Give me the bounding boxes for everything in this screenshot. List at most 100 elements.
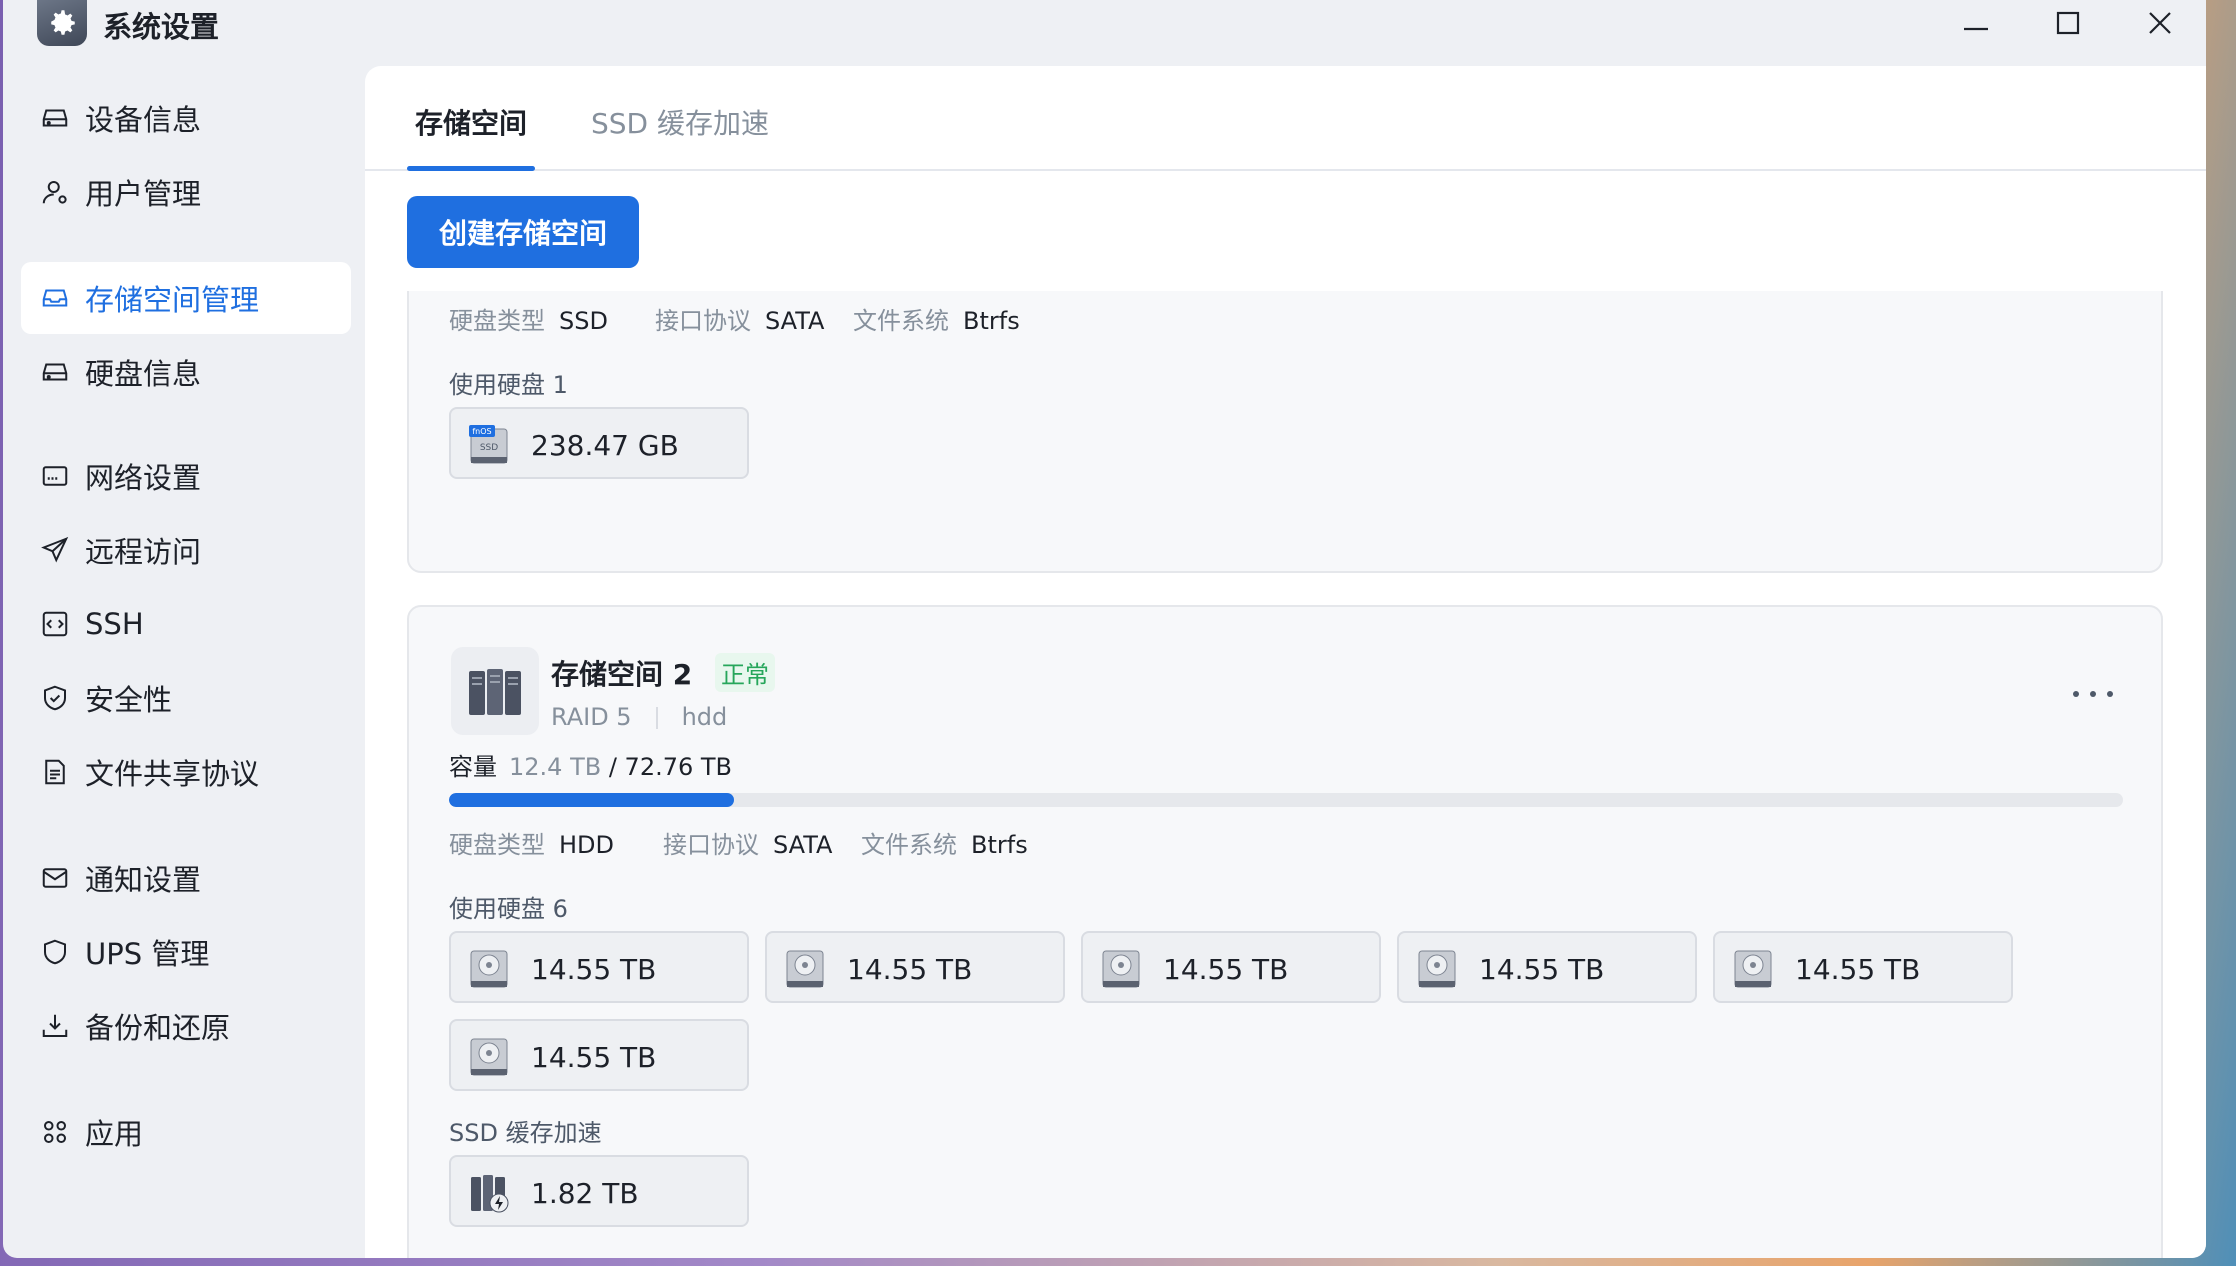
window-title: 系统设置 xyxy=(103,10,220,44)
sidebar-item-apps[interactable]: 应用 xyxy=(21,1096,351,1168)
capacity-total: / 72.76 TB xyxy=(608,753,733,781)
capacity-progress-fill xyxy=(449,793,734,807)
sidebar-item-label: SSH xyxy=(85,607,144,641)
storage-pool-card: 硬盘类型 SSD 接口协议 SATA 文件系统 Btrfs 使用硬盘 1 fnOS S… xyxy=(407,291,2163,573)
close-button[interactable] xyxy=(2125,0,2195,46)
maximize-icon xyxy=(2056,11,2080,35)
sidebar-item-device-info[interactable]: 设备信息 xyxy=(21,82,351,154)
hdd-icon xyxy=(1734,950,1772,988)
disk-chip[interactable]: 14.55 TB xyxy=(449,1019,749,1091)
storage-list[interactable]: 硬盘类型 SSD 接口协议 SATA 文件系统 Btrfs 使用硬盘 1 fnOS S… xyxy=(365,291,2206,1258)
pool-subtitle: RAID 5 hdd xyxy=(551,703,727,731)
sidebar-item-label: UPS 管理 xyxy=(85,937,210,971)
disk-chip[interactable]: 14.55 TB xyxy=(1081,931,1381,1003)
sidebar-item-backup[interactable]: 备份和还原 xyxy=(21,990,351,1062)
more-dot-icon xyxy=(2107,691,2113,697)
user-icon xyxy=(39,176,71,208)
ssd-badge-text: fnOS xyxy=(472,427,491,436)
sidebar-item-users[interactable]: 用户管理 xyxy=(21,156,351,228)
ups-shield-icon xyxy=(39,936,71,968)
sidebar-item-file-sharing[interactable]: 文件共享协议 xyxy=(21,736,351,808)
mail-icon xyxy=(39,862,71,894)
disk-size: 14.55 TB xyxy=(1479,953,1605,986)
network-icon xyxy=(39,460,71,492)
sidebar-item-notifications[interactable]: 通知设置 xyxy=(21,842,351,914)
disk-chip[interactable]: 14.55 TB xyxy=(1713,931,2013,1003)
hdd-icon xyxy=(470,1038,508,1076)
minimize-icon xyxy=(1964,27,1988,31)
hdd-icon xyxy=(470,950,508,988)
tab-storage[interactable]: 存储空间 xyxy=(415,102,527,142)
storage-icon xyxy=(39,282,71,314)
used-disks-label: 使用硬盘 1 xyxy=(449,371,568,399)
pool-server-icon xyxy=(451,647,539,735)
sidebar-item-ups[interactable]: UPS 管理 xyxy=(21,916,351,988)
capacity-label: 容量 xyxy=(449,753,497,781)
shield-icon xyxy=(39,682,71,714)
raid-level: RAID 5 xyxy=(551,703,632,731)
sidebar-item-label: 远程访问 xyxy=(85,535,202,569)
capacity-row: 容量 12.4 TB / 72.76 TB xyxy=(449,747,732,782)
create-storage-button[interactable]: 创建存储空间 xyxy=(407,196,639,268)
ssd-cache-label: SSD 缓存加速 xyxy=(449,1119,602,1147)
filesystem-value: Btrfs xyxy=(971,831,1028,859)
sidebar-item-ssh[interactable]: SSH xyxy=(21,588,351,660)
pool-title: 存储空间 2 xyxy=(551,658,693,691)
sidebar-item-network[interactable]: 网络设置 xyxy=(21,440,351,512)
filesystem-value: Btrfs xyxy=(963,307,1020,335)
disk-size: 14.55 TB xyxy=(847,953,973,986)
interface-value: SATA xyxy=(765,307,825,335)
more-dot-icon xyxy=(2073,691,2079,697)
settings-window: 系统设置 设备信息 用户管理 存储空间管理 硬盘信息 网络设置 远程访问 SSH… xyxy=(3,0,2206,1258)
disk-chip[interactable]: 14.55 TB xyxy=(1397,931,1697,1003)
close-icon xyxy=(2149,12,2171,34)
ssd-icon: fnOS SSD xyxy=(469,425,508,464)
sidebar-item-disks[interactable]: 硬盘信息 xyxy=(21,336,351,408)
device-icon xyxy=(39,102,71,134)
tab-ssd-cache[interactable]: SSD 缓存加速 xyxy=(591,102,769,142)
disk-chip[interactable]: 14.55 TB xyxy=(449,931,749,1003)
pool-tag: hdd xyxy=(681,703,728,731)
interface-row: 接口协议 SATA xyxy=(663,825,832,860)
disk-chip[interactable]: 14.55 TB xyxy=(765,931,1065,1003)
file-icon xyxy=(39,756,71,788)
disk-chip[interactable]: fnOS SSD 238.47 GB xyxy=(449,407,749,479)
divider xyxy=(655,707,658,729)
disk-type-label: 硬盘类型 xyxy=(449,307,545,335)
send-icon xyxy=(39,534,71,566)
ssd-cache-icon xyxy=(471,1175,509,1213)
active-tab-indicator xyxy=(407,166,535,171)
sidebar-item-label: 应用 xyxy=(85,1117,144,1151)
sidebar-item-remote[interactable]: 远程访问 xyxy=(21,514,351,586)
filesystem-row: 文件系统 Btrfs xyxy=(853,301,1020,336)
sidebar-item-label: 文件共享协议 xyxy=(85,757,260,791)
ssd-cache-chip[interactable]: 1.82 TB xyxy=(449,1155,749,1227)
disk-size: 238.47 GB xyxy=(531,429,679,462)
capacity-progress-bar xyxy=(449,793,2123,807)
filesystem-row: 文件系统 Btrfs xyxy=(861,825,1028,860)
interface-label: 接口协议 xyxy=(655,307,751,335)
sidebar-item-label: 用户管理 xyxy=(85,177,202,211)
title-bar: 系统设置 xyxy=(3,0,2206,66)
disk-size: 14.55 TB xyxy=(1163,953,1289,986)
settings-app-icon xyxy=(37,0,87,46)
storage-pool-card: 存储空间 2 正常 RAID 5 hdd 容量 12.4 TB / 72.76 TB… xyxy=(407,605,2163,1258)
apps-icon xyxy=(39,1116,71,1148)
more-dot-icon xyxy=(2090,691,2096,697)
disk-type-value: HDD xyxy=(559,831,615,859)
filesystem-label: 文件系统 xyxy=(853,307,949,335)
more-options-button[interactable] xyxy=(2073,679,2113,709)
disk-icon xyxy=(39,356,71,388)
maximize-button[interactable] xyxy=(2033,0,2103,46)
disk-size: 1.82 TB xyxy=(531,1177,639,1210)
sidebar-item-security[interactable]: 安全性 xyxy=(21,662,351,734)
filesystem-label: 文件系统 xyxy=(861,831,957,859)
sidebar-item-label: 通知设置 xyxy=(85,863,202,897)
interface-value: SATA xyxy=(773,831,833,859)
sidebar-item-storage[interactable]: 存储空间管理 xyxy=(21,262,351,334)
disk-size: 14.55 TB xyxy=(1795,953,1921,986)
sidebar-item-label: 备份和还原 xyxy=(85,1011,231,1045)
sidebar-item-label: 硬盘信息 xyxy=(85,357,202,391)
ssd-kind-text: SSD xyxy=(480,443,498,453)
minimize-button[interactable] xyxy=(1941,0,2011,46)
